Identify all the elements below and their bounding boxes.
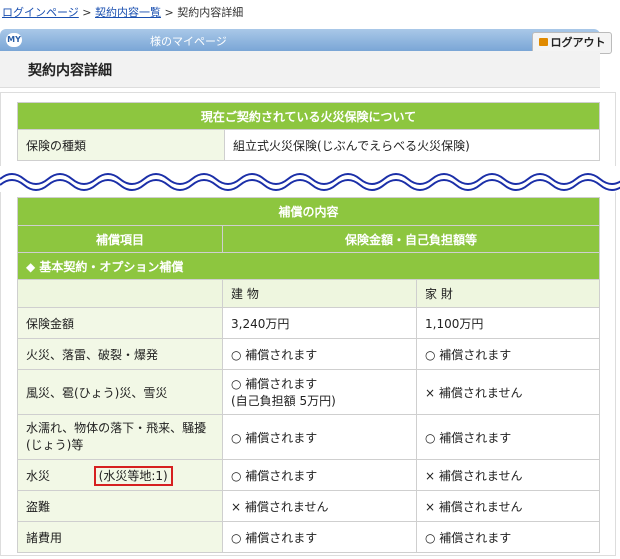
flood-grade-highlight: (水災等地:1) — [93, 465, 173, 486]
row-building: × 補償されません — [222, 490, 417, 522]
lock-icon — [538, 38, 548, 46]
row-label: 水濡れ、物体の落下・飛来、騒擾(じょう)等 — [17, 414, 223, 460]
my-icon: MY — [6, 33, 22, 47]
page-break-wave — [0, 166, 620, 192]
row-label-text: 水災 — [26, 468, 51, 483]
subheader-building: 建 物 — [222, 279, 417, 308]
subheader-empty — [17, 279, 223, 308]
logout-label: ログアウト — [550, 36, 606, 49]
row-building: ○ 補償されます — [222, 338, 417, 370]
row-building-note: (自己負担額 5万円) — [231, 394, 336, 408]
row-contents: × 補償されません — [416, 459, 600, 491]
subheader-contents: 家 財 — [416, 279, 600, 308]
row-building-status: ○ 補償されます — [231, 377, 318, 391]
row-contents: ○ 補償されます — [416, 521, 600, 553]
section-title-current-contract: 現在ご契約されている火災保険について — [17, 102, 600, 130]
row-building: 3,240万円 — [222, 307, 417, 339]
row-building: ○ 補償されます (自己負担額 5万円) — [222, 369, 417, 415]
insurance-type-value: 組立式火災保険(じぶんでえらべる火災保険) — [224, 129, 600, 161]
breadcrumb-separator: > — [164, 6, 174, 19]
row-building: ○ 補償されます — [222, 414, 417, 460]
row-label: 風災、雹(ひょう)災、雪災 — [17, 369, 223, 415]
row-label: 火災、落雷、破裂・爆発 — [17, 338, 223, 370]
coverage-table: 補償の内容 補償項目 保険金額・自己負担額等 ◆ 基本契約・オプション補償 建 … — [17, 197, 600, 553]
row-contents: × 補償されません — [416, 369, 600, 415]
breadcrumb-link-contract-list[interactable]: 契約内容一覧 — [95, 6, 161, 19]
row-contents: 1,100万円 — [416, 307, 600, 339]
page-title: 契約内容詳細 — [28, 63, 112, 79]
row-contents: × 補償されません — [416, 490, 600, 522]
row-label: 保険金額 — [17, 307, 223, 339]
row-contents: ○ 補償されます — [416, 338, 600, 370]
col-header-item: 補償項目 — [17, 225, 223, 253]
insurance-type-label: 保険の種類 — [17, 129, 225, 161]
breadcrumb-current: 契約内容詳細 — [177, 6, 244, 19]
col-header-amount: 保険金額・自己負担額等 — [222, 225, 600, 253]
breadcrumb-separator: > — [82, 6, 92, 19]
contract-summary-table: 現在ご契約されている火災保険について 保険の種類 組立式火災保険(じぶんでえらべ… — [17, 102, 600, 161]
row-contents: ○ 補償されます — [416, 414, 600, 460]
mypage-label: 様のマイページ — [150, 35, 227, 48]
row-label-flood: 水災 (水災等地:1) — [17, 459, 223, 491]
row-label: 諸費用 — [17, 521, 223, 553]
row-building: ○ 補償されます — [222, 521, 417, 553]
row-building: ○ 補償されます — [222, 459, 417, 491]
breadcrumb: ログインページ > 契約内容一覧 > 契約内容詳細 — [2, 4, 243, 20]
group-header-basic: ◆ 基本契約・オプション補償 — [17, 252, 600, 280]
mypage-header: MY 様のマイページ — [0, 29, 600, 51]
section-title-coverage: 補償の内容 — [17, 197, 600, 226]
row-label: 盗難 — [17, 490, 223, 522]
breadcrumb-link-login[interactable]: ログインページ — [2, 6, 79, 19]
